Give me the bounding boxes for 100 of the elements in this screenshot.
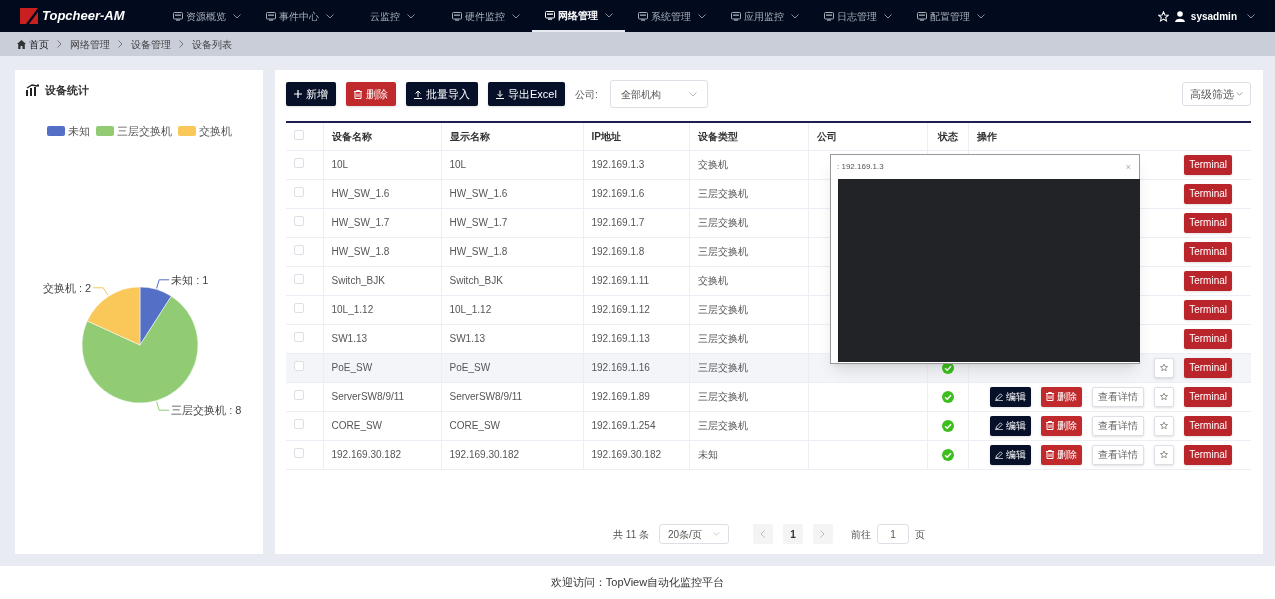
company-select[interactable]: 全部机构 [609,80,708,108]
checkbox[interactable] [294,448,304,458]
table-cell: CORE_SW [449,420,501,431]
terminal-button[interactable]: Terminal [1184,212,1232,233]
home-icon [17,39,26,49]
export-button[interactable]: 导出Excel [488,82,565,106]
checkbox[interactable] [294,419,304,429]
user-name[interactable]: sysadmin [1190,8,1237,24]
page-input[interactable]: 1 [876,524,909,544]
legend-swatch[interactable] [177,125,196,136]
column-header: 设备名称 [331,130,372,142]
table-cell: 192.169.1.7 [591,217,645,228]
terminal-button[interactable]: Terminal [1184,444,1232,465]
nav-menu-item[interactable]: 配置管理 [904,0,997,32]
table-cell: 192.169.30.182 [331,449,401,460]
terminal-button[interactable]: Terminal [1184,357,1232,378]
favorite-button[interactable] [1154,357,1175,378]
table-cell: HW_SW_1.7 [331,217,390,228]
page-number-button[interactable]: 1 [782,524,803,544]
table-cell: 三层交换机 [697,304,748,315]
nav-menu-item[interactable]: 应用监控 [718,0,811,32]
previous-page-button[interactable] [752,524,773,544]
star-icon[interactable] [1157,10,1169,22]
table-cell: HW_SW_1.8 [331,246,390,257]
breadcrumb-link[interactable]: 设备列表 [192,36,232,52]
table-cell: 192.169.1.12 [591,304,650,315]
edit-button[interactable]: 编辑 [990,386,1032,407]
table-cell: 三层交换机 [697,188,748,199]
favorite-button[interactable] [1154,415,1175,436]
details-button[interactable]: 查看详情 [1092,444,1145,465]
terminal-button[interactable]: Terminal [1184,328,1232,349]
checkbox[interactable] [294,129,304,140]
favorite-button[interactable] [1154,444,1175,465]
column-header: IP地址 [591,130,621,142]
pencil-icon [995,421,1004,430]
nav-menu-item[interactable]: 云监控 [346,0,439,32]
star-icon [1160,450,1169,459]
column-header: 操作 [976,130,997,142]
leader-line [156,401,170,411]
add-button[interactable]: 新增 [286,82,336,106]
chevron-icon [712,532,720,536]
nav-menu-item[interactable]: 事件中心 [253,0,346,32]
table-cell: HW_SW_1.7 [449,217,508,228]
table-cell: 交换机 [697,275,728,286]
import-button[interactable]: 批量导入 [406,82,478,106]
terminal-button[interactable]: Terminal [1184,415,1232,436]
pencil-icon [995,392,1004,401]
nav-menu-item[interactable]: 资源概览 [160,0,253,32]
chevron-icon [511,13,520,19]
delete-button[interactable]: 删除 [1041,415,1083,436]
legend-label[interactable]: 三层交换机 [116,122,172,139]
terminal-button[interactable]: Terminal [1184,386,1232,407]
legend-label[interactable]: 交换机 [198,122,232,139]
window-icon [451,11,462,21]
checkbox[interactable] [294,303,304,313]
legend-label[interactable]: 未知 [67,122,90,139]
table-cell: 三层交换机 [697,246,748,257]
terminal-button[interactable]: Terminal [1184,241,1232,262]
checkbox[interactable] [294,187,304,197]
details-button[interactable]: 查看详情 [1092,415,1145,436]
edit-button[interactable]: 编辑 [990,444,1032,465]
nav-menu-item[interactable]: 日志管理 [811,0,904,32]
breadcrumb-link[interactable]: 设备管理 [131,36,171,52]
leader-line [156,279,170,289]
table-cell: 10L [449,159,467,170]
nav-menu-item[interactable]: 系统管理 [625,0,718,32]
checkbox[interactable] [294,390,304,400]
favorite-button[interactable] [1154,386,1175,407]
checkbox[interactable] [294,245,304,255]
terminal-button[interactable]: Terminal [1184,270,1232,291]
nav-menu-item[interactable]: 硬件监控 [439,0,532,32]
next-page-button[interactable] [812,524,833,544]
footer-text: 欢迎访问：TopView自动化监控平台 [550,575,725,591]
checkbox[interactable] [294,158,304,168]
checkbox[interactable] [294,274,304,284]
checkbox[interactable] [294,361,304,371]
column-header: 设备类型 [697,130,738,142]
advanced-filter-button[interactable]: 高级筛选 [1182,82,1251,106]
chevron-icon [232,13,241,19]
page-size-select[interactable]: 20条/页 [658,524,729,544]
edit-button[interactable]: 编辑 [990,415,1032,436]
column-header: 显示名称 [449,130,490,142]
checkbox[interactable] [294,332,304,342]
delete-button[interactable]: 删除 [1041,386,1083,407]
terminal-button[interactable]: Terminal [1184,183,1232,204]
delete-button[interactable]: 删除 [346,82,396,106]
table-cell: 192.169.1.8 [591,246,645,257]
breadcrumb-link[interactable]: 网络管理 [70,36,110,52]
terminal-button[interactable]: Terminal [1184,299,1232,320]
details-button[interactable]: 查看详情 [1092,386,1145,407]
legend-swatch[interactable] [46,125,65,136]
checkbox[interactable] [294,216,304,226]
logo-icon [20,8,38,24]
legend-swatch[interactable] [95,125,114,136]
breadcrumb-link[interactable]: 首页 [29,36,49,52]
table-cell: SW1.13 [331,333,368,344]
terminal-button[interactable]: Terminal [1184,154,1232,175]
window-icon [637,11,648,21]
delete-button[interactable]: 删除 [1041,444,1083,465]
data-label: 三层交换机 : 8 [171,404,242,417]
